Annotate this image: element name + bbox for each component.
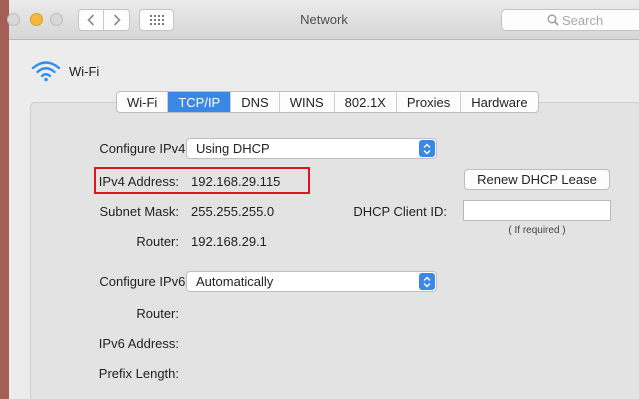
search-field[interactable]: Search bbox=[501, 9, 639, 31]
interface-header: Wi-Fi bbox=[31, 60, 99, 82]
search-placeholder: Search bbox=[562, 13, 604, 28]
ipv6-router-label: Router: bbox=[136, 306, 179, 321]
prefix-length-label: Prefix Length: bbox=[98, 366, 179, 381]
tab-hardware[interactable]: Hardware bbox=[461, 92, 537, 112]
configure-ipv6-label: Configure IPv6: bbox=[99, 274, 189, 289]
select-arrows-icon bbox=[419, 273, 435, 290]
tab-8021x[interactable]: 802.1X bbox=[335, 92, 397, 112]
tab-dns[interactable]: DNS bbox=[231, 92, 280, 112]
network-preferences-window: Network Search Wi-Fi Wi-Fi TCP/IP DNS WI… bbox=[7, 0, 639, 399]
toolbar: Network Search bbox=[7, 0, 639, 40]
select-arrows-icon bbox=[419, 140, 435, 157]
search-icon bbox=[547, 14, 559, 26]
router-value: 192.168.29.1 bbox=[191, 234, 267, 249]
configure-ipv4-value: Using DHCP bbox=[196, 141, 270, 156]
ipv4-address-value: 192.168.29.115 bbox=[191, 174, 281, 189]
wifi-icon bbox=[31, 61, 61, 82]
dhcp-client-id-hint: ( If required ) bbox=[508, 225, 566, 236]
tab-wifi[interactable]: Wi-Fi bbox=[117, 92, 169, 112]
ipv4-address-label: IPv4 Address: bbox=[98, 174, 179, 189]
router-label: Router: bbox=[136, 234, 179, 249]
subnet-mask-label: Subnet Mask: bbox=[99, 204, 180, 219]
ipv6-address-label: IPv6 Address: bbox=[98, 336, 179, 351]
dhcp-client-id-field[interactable] bbox=[463, 200, 611, 221]
tab-bar: Wi-Fi TCP/IP DNS WINS 802.1X Proxies Har… bbox=[116, 91, 539, 113]
interface-name: Wi-Fi bbox=[69, 63, 100, 79]
subnet-mask-value: 255.255.255.0 bbox=[191, 204, 275, 219]
tab-proxies[interactable]: Proxies bbox=[397, 92, 462, 112]
tab-tcpip[interactable]: TCP/IP bbox=[168, 92, 232, 112]
configure-ipv4-select[interactable]: Using DHCP bbox=[186, 138, 437, 159]
desktop-background bbox=[0, 0, 9, 399]
tab-wins[interactable]: WINS bbox=[280, 92, 335, 112]
renew-dhcp-lease-button[interactable]: Renew DHCP Lease bbox=[464, 169, 610, 190]
dhcp-client-id-label: DHCP Client ID: bbox=[353, 204, 447, 219]
configure-ipv6-select[interactable]: Automatically bbox=[186, 271, 437, 292]
configure-ipv4-label: Configure IPv4: bbox=[99, 141, 189, 156]
configure-ipv6-value: Automatically bbox=[196, 274, 274, 289]
